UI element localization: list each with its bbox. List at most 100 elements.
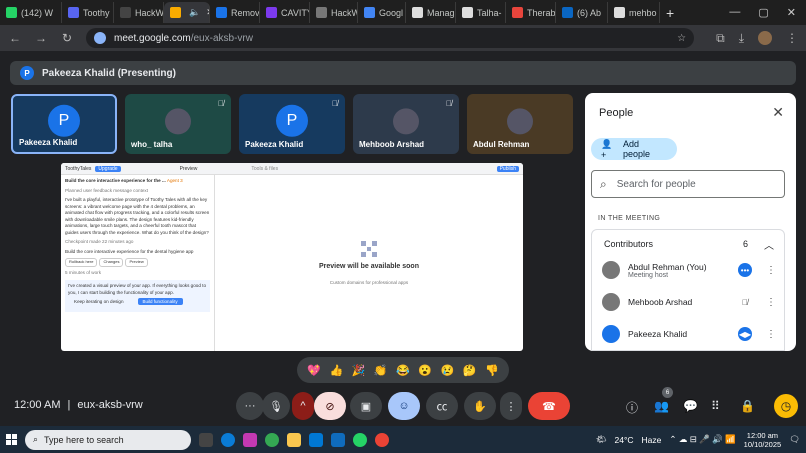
mic-off-icon: 🎙̸ xyxy=(332,99,338,108)
back-icon[interactable]: ← xyxy=(8,31,22,45)
leave-call-button[interactable]: ☎ xyxy=(528,392,570,420)
tab-label: Talha- xyxy=(477,7,502,18)
participant-more-icon[interactable]: ⋮ xyxy=(766,329,776,340)
browser-tab[interactable]: Remov xyxy=(210,2,260,23)
mic-icon: 🎙 xyxy=(269,400,283,413)
upgrade-chip: Upgrade xyxy=(95,165,121,172)
chrome-icon[interactable] xyxy=(265,432,279,447)
download-icon[interactable]: ⤓ xyxy=(739,31,744,46)
tray-icons[interactable]: ⌃ ☁ ⊟ 🎤 🔊 📶 xyxy=(669,434,735,445)
reaction-emoji-button[interactable]: 🎉 xyxy=(352,364,366,377)
participant-row[interactable]: Mehboob Arshad 🎙̸ ⋮ xyxy=(602,288,782,316)
whatsapp-icon[interactable] xyxy=(353,432,367,447)
browser-tab[interactable]: Manag xyxy=(406,2,456,23)
preview-title: Preview will be available soon xyxy=(319,263,419,270)
reaction-emoji-button[interactable]: 💖 xyxy=(307,364,321,377)
participant-more-icon[interactable]: ⋮ xyxy=(766,297,776,308)
close-window-icon[interactable]: ✕ xyxy=(787,6,796,19)
browser-tab[interactable]: Talha- xyxy=(456,2,506,23)
site-info-icon[interactable] xyxy=(94,32,106,44)
browser-tab[interactable]: 🔈✕ xyxy=(164,2,210,23)
hand-icon: ✋ xyxy=(473,400,487,413)
edge-icon[interactable] xyxy=(221,432,235,447)
file-explorer-icon[interactable] xyxy=(287,432,301,447)
reaction-emoji-button[interactable]: 👏 xyxy=(374,364,388,377)
raise-hand-button[interactable]: ✋ xyxy=(464,392,496,420)
worked-text: 5 minutes of work xyxy=(65,269,101,275)
more-options-small-button[interactable]: ··· xyxy=(236,392,264,420)
shared-topbar: ToothyTales Upgrade Preview Tools & file… xyxy=(61,163,523,175)
new-tab-icon[interactable]: + xyxy=(660,5,680,21)
omnibox[interactable]: meet.google.com/eux-aksb-vrw ☆ xyxy=(86,28,695,48)
camera-options-button[interactable]: ^ xyxy=(292,392,314,420)
maximize-icon[interactable]: ▢ xyxy=(758,6,768,19)
reaction-emoji-button[interactable]: 😢 xyxy=(441,364,455,377)
search-people-input[interactable]: ⌕ Search for people xyxy=(591,170,785,198)
info-icon[interactable]: ⓘ xyxy=(626,399,638,416)
browser-tab[interactable]: Googl xyxy=(358,2,406,23)
reaction-emoji-button[interactable]: 😮 xyxy=(418,364,432,377)
host-controls-icon[interactable]: 🔒 xyxy=(740,399,755,413)
reaction-emoji-button[interactable]: 😂 xyxy=(396,364,410,377)
participant-name: who_ talha xyxy=(131,140,173,149)
browser-tab[interactable]: Therab xyxy=(506,2,556,23)
outlook-icon[interactable] xyxy=(331,432,345,447)
browser-menu-icon[interactable]: ⋮ xyxy=(786,31,798,45)
reactions-button[interactable]: ☺ xyxy=(388,392,420,420)
browser-tab[interactable]: mehbo xyxy=(608,2,660,23)
browser-tab[interactable]: Toothy xyxy=(62,2,114,23)
present-screen-button[interactable]: ▣ xyxy=(350,392,382,420)
activities-icon[interactable]: ⠿ xyxy=(711,399,720,413)
reload-icon[interactable]: ↻ xyxy=(60,31,74,45)
forward-icon[interactable]: → xyxy=(34,31,48,45)
chevron-up-icon[interactable]: ︿ xyxy=(764,237,774,252)
bookmark-star-icon[interactable]: ☆ xyxy=(677,33,686,44)
chrome-profile-icon[interactable] xyxy=(375,432,389,447)
mic-button[interactable]: 🎙 xyxy=(262,392,290,420)
participant-tile[interactable]: 🎙̸ Mehboob Arshad xyxy=(353,94,459,154)
tab-favicon-icon xyxy=(68,7,79,18)
browser-tab[interactable]: (6) Ab xyxy=(556,2,608,23)
ellipsis-icon: ··· xyxy=(244,400,256,412)
participant-role: Meeting host xyxy=(628,271,669,279)
chat-icon[interactable]: 💬 xyxy=(683,399,698,413)
browser-tab[interactable]: HackW xyxy=(310,2,358,23)
store-icon[interactable] xyxy=(309,432,323,447)
copilot-icon[interactable] xyxy=(243,432,257,447)
participant-tile[interactable]: P 🎙̸ Pakeeza Khalid xyxy=(239,94,345,154)
participant-tile[interactable]: Abdul Rehman xyxy=(467,94,573,154)
add-people-button[interactable]: 👤+ Add people xyxy=(591,138,677,160)
tab-label: HackW xyxy=(331,7,358,18)
participant-row[interactable]: Pakeeza Khalid ◀▶ ⋮ xyxy=(602,320,782,348)
browser-tab[interactable]: (142) W xyxy=(0,2,62,23)
close-icon[interactable]: ✕ xyxy=(772,104,784,121)
people-panel: People ✕ 👤+ Add people ⌕ Search for peop… xyxy=(585,93,796,351)
participant-tile[interactable]: P Pakeeza Khalid xyxy=(11,94,117,154)
participant-more-icon[interactable]: ⋮ xyxy=(766,265,776,276)
more-options-button[interactable]: ⋮ xyxy=(500,392,522,420)
people-icon[interactable]: 👥 xyxy=(654,399,669,413)
notifications-icon[interactable]: 🗨 xyxy=(789,434,800,445)
participant-tile[interactable]: 🎙̸ who_ talha xyxy=(125,94,231,154)
browser-tab[interactable]: HackW xyxy=(114,2,164,23)
taskbar-clock[interactable]: 12:00 am 10/10/2025 xyxy=(744,431,782,449)
timer-icon[interactable]: ◷ xyxy=(774,394,798,418)
profile-avatar[interactable] xyxy=(758,31,772,45)
tab-audio-icon[interactable]: 🔈 xyxy=(189,7,200,18)
reaction-emoji-button[interactable]: 👎 xyxy=(485,364,499,377)
minimize-icon[interactable]: — xyxy=(729,6,740,19)
reaction-emoji-button[interactable]: 👍 xyxy=(329,364,343,377)
reaction-emoji-button[interactable]: 🤔 xyxy=(463,364,477,377)
taskbar-search[interactable]: ⌕ Type here to search xyxy=(25,429,191,450)
task-view-icon[interactable] xyxy=(199,432,213,447)
tab-label: (142) W xyxy=(21,7,54,18)
camera-off-button[interactable]: ⊘ xyxy=(314,392,346,420)
extensions-icon[interactable]: ⧉ xyxy=(716,31,725,46)
participant-row[interactable]: Abdul Rehman (You) Meeting host ••• ⋮ xyxy=(602,256,782,284)
taskbar-date: 10/10/2025 xyxy=(743,439,782,449)
captions-button[interactable]: ㏄ xyxy=(426,392,458,420)
shared-app-name: ToothyTales xyxy=(65,165,92,172)
browser-tab[interactable]: CAVITY xyxy=(260,2,310,23)
tab-favicon-icon xyxy=(170,7,181,18)
windows-start-icon[interactable] xyxy=(6,434,17,445)
